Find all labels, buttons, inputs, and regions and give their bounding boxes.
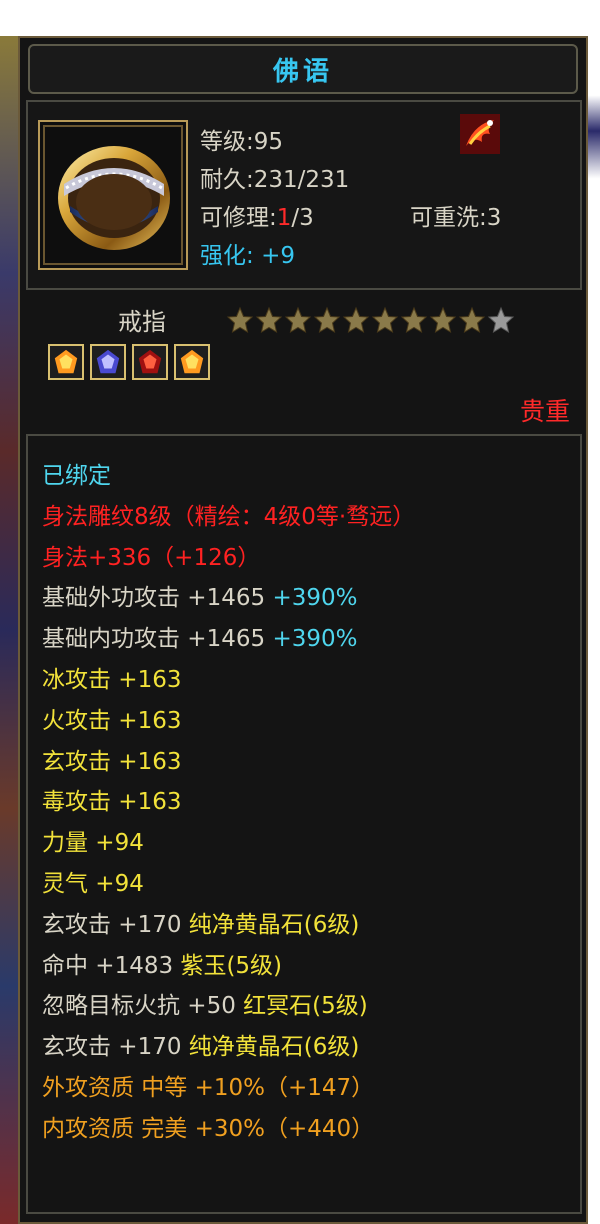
attribute-line: 身法雕纹8级（精绘：4级0等·骛远） <box>42 497 572 538</box>
star-filled-icon <box>429 306 457 334</box>
yellow-gem-icon <box>54 349 78 374</box>
game-scene-background <box>0 36 18 1224</box>
attribute-text: 基础内功攻击 +1465 <box>42 626 273 653</box>
attribute-line: 外攻资质 中等 +10%（+147） <box>42 1068 572 1109</box>
purple-gem-icon <box>96 349 120 374</box>
yellow-gem-icon <box>180 349 204 374</box>
star-filled-icon <box>226 306 254 334</box>
attribute-text: 忽略目标火抗 +50 <box>42 993 244 1020</box>
attribute-line: 内攻资质 完美 +30%（+440） <box>42 1109 572 1150</box>
attribute-line: 火攻击 +163 <box>42 701 572 742</box>
repair-current: 1 <box>276 205 292 231</box>
durability-label: 耐久 <box>200 167 246 193</box>
attribute-text: 玄攻击 +163 <box>42 748 182 775</box>
attribute-text: 冰攻击 +163 <box>42 666 182 693</box>
attribute-text: 灵气 +94 <box>42 870 144 897</box>
red-gem-icon <box>138 349 162 374</box>
level-stat: 等级:95 <box>200 129 284 155</box>
attribute-text: 火攻击 +163 <box>42 707 182 734</box>
star-rating <box>226 306 515 334</box>
attribute-line: 命中 +1483 紫玉(5级) <box>42 946 572 987</box>
attribute-line: 玄攻击 +163 <box>42 742 572 783</box>
level-label: 等级 <box>200 129 246 155</box>
attribute-text: 紫玉(5级) <box>180 952 283 979</box>
star-filled-icon <box>400 306 428 334</box>
ring-icon <box>58 146 170 250</box>
attribute-text: 基础外功攻击 +1465 <box>42 585 273 612</box>
item-type-panel: 戒指 贵重 <box>26 294 582 428</box>
gem-slot <box>90 344 126 380</box>
attribute-line: 忽略目标火抗 +50 红冥石(5级) <box>42 986 572 1027</box>
item-icon-frame <box>38 120 188 270</box>
attribute-text: 已绑定 <box>42 463 111 489</box>
attribute-line: 力量 +94 <box>42 823 572 864</box>
attribute-text: 身法+336（+126） <box>42 544 261 571</box>
attribute-line: 基础内功攻击 +1465 +390% <box>42 619 572 660</box>
repair-total: /3 <box>291 205 314 231</box>
attribute-text: 命中 +1483 <box>42 952 181 979</box>
rewash-stat: 可重洗:3 <box>410 205 502 231</box>
attribute-text: 红冥石(5级) <box>243 993 368 1020</box>
star-filled-icon <box>284 306 312 334</box>
attributes-panel: 已绑定身法雕纹8级（精绘：4级0等·骛远） 身法+336（+126） 基础外功攻击 … <box>26 434 582 1214</box>
attribute-line: 已绑定 <box>42 456 572 497</box>
star-filled-icon <box>342 306 370 334</box>
gem-slot <box>174 344 210 380</box>
repair-stat: 可修理:1/3 <box>200 205 314 231</box>
attribute-text: +390% <box>272 626 358 653</box>
game-scene-background-right <box>588 36 600 1224</box>
repair-label: 可修理 <box>200 205 269 231</box>
gem-slot <box>48 344 84 380</box>
rewash-label: 可重洗 <box>410 205 479 231</box>
attribute-line: 冰攻击 +163 <box>42 660 572 701</box>
star-filled-icon <box>255 306 283 334</box>
phoenix-badge-icon <box>460 114 500 154</box>
attribute-text: 毒攻击 +163 <box>42 789 182 816</box>
gem-slots <box>48 344 210 380</box>
attribute-line: 基础外功攻击 +1465 +390% <box>42 578 572 619</box>
enhance-value: +9 <box>261 243 295 269</box>
rarity-label: 贵重 <box>519 397 570 426</box>
star-filled-icon <box>458 306 486 334</box>
attribute-line: 身法+336（+126） <box>42 538 572 579</box>
attribute-text: 身法雕纹8级（精绘：4级0等·骛远） <box>42 503 416 530</box>
star-filled-icon <box>313 306 341 334</box>
level-value: 95 <box>253 129 284 155</box>
attributes-list: 已绑定身法雕纹8级（精绘：4级0等·骛远） 身法+336（+126） 基础外功攻击 … <box>42 456 572 1150</box>
attribute-text: 内攻资质 完美 +30%（+440） <box>42 1115 375 1142</box>
star-empty-icon <box>487 306 515 334</box>
item-type: 戒指 <box>118 308 166 336</box>
title-bar: 佛语 <box>28 44 578 94</box>
attribute-line: 玄攻击 +170 纯净黄晶石(6级) <box>42 1027 572 1068</box>
attribute-text: 纯净黄晶石(6级) <box>188 911 360 938</box>
attribute-text: 纯净黄晶石(6级) <box>188 1034 360 1061</box>
attribute-text: 外攻资质 中等 +10%（+147） <box>42 1074 375 1101</box>
attribute-line: 灵气 +94 <box>42 864 572 905</box>
rewash-value: 3 <box>486 205 502 231</box>
item-header-panel: 等级:95 耐久:231/231 可修理:1/3 可重洗:3 强化: +9 <box>26 100 582 290</box>
enhance-label: 强化 <box>200 243 246 269</box>
attribute-text: 力量 +94 <box>42 830 144 857</box>
durability-stat: 耐久:231/231 <box>200 167 350 193</box>
attribute-line: 毒攻击 +163 <box>42 782 572 823</box>
attribute-line: 玄攻击 +170 纯净黄晶石(6级) <box>42 905 572 946</box>
attribute-text: 玄攻击 +170 <box>42 911 189 938</box>
attribute-text: +390% <box>272 585 358 612</box>
enhance-stat: 强化: +9 <box>200 243 295 269</box>
item-tooltip: 佛语 等级:95 耐久:231/231 可修理:1/3 可重洗:3 强化: +9… <box>18 36 588 1224</box>
star-filled-icon <box>371 306 399 334</box>
gem-slot <box>132 344 168 380</box>
attribute-text: 玄攻击 +170 <box>42 1034 189 1061</box>
durability-value: 231/231 <box>253 167 350 193</box>
item-name: 佛语 <box>272 56 333 87</box>
